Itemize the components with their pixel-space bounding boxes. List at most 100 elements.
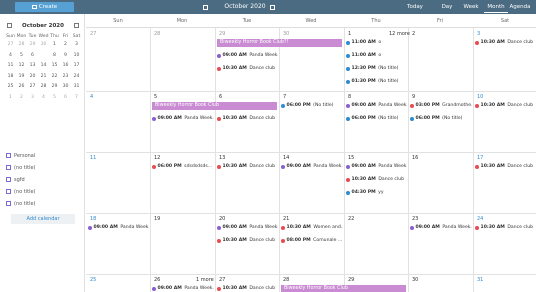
- calendar-item[interactable]: sgfd: [6, 175, 25, 184]
- calendar-event[interactable]: 11:00 AM o: [346, 39, 407, 46]
- multi-day-event[interactable]: Biweekly Horror Book Club: [281, 285, 406, 292]
- day-number[interactable]: 19: [154, 216, 160, 222]
- create-button[interactable]: Create: [15, 2, 74, 12]
- day-number[interactable]: 11: [90, 155, 96, 161]
- mini-day[interactable]: 12: [16, 61, 27, 72]
- tab-week[interactable]: Week: [461, 1, 481, 13]
- calendar-event[interactable]: 09:00 AMPanda Week...: [410, 224, 472, 231]
- calendar-event[interactable]: 10:30 AM Dance club: [475, 224, 535, 231]
- day-number[interactable]: 27: [90, 31, 96, 37]
- day-number[interactable]: 23: [412, 216, 418, 222]
- day-number[interactable]: 18: [90, 216, 96, 222]
- mini-day[interactable]: 27: [27, 82, 38, 93]
- mini-day[interactable]: 10: [71, 51, 82, 62]
- calendar-event[interactable]: 10:30 AM Dance club: [217, 237, 278, 244]
- multi-day-event[interactable]: Biweekly Horror Book Club: [152, 102, 277, 110]
- calendar-item[interactable]: (no title): [6, 163, 36, 172]
- mini-day[interactable]: 4: [38, 93, 49, 104]
- calendar-event[interactable]: 09:00 AMPanda Week...: [281, 163, 343, 170]
- day-number[interactable]: 8: [348, 94, 351, 100]
- day-number[interactable]: 9: [412, 94, 415, 100]
- day-number[interactable]: 10: [477, 94, 483, 100]
- calendar-event[interactable]: 09:00 AMPanda Week...: [346, 102, 407, 109]
- mini-day[interactable]: 9: [60, 51, 71, 62]
- calendar-event[interactable]: 09:00 AMPanda Week...: [346, 163, 407, 170]
- more-events-link[interactable]: 12 more: [389, 31, 410, 37]
- mini-day[interactable]: 8: [49, 51, 60, 62]
- mini-day[interactable]: 15: [49, 61, 60, 72]
- day-number[interactable]: 28: [283, 277, 289, 283]
- mini-day[interactable]: 6: [27, 51, 38, 62]
- day-number[interactable]: 30: [283, 31, 289, 37]
- mini-day[interactable]: 28: [38, 82, 49, 93]
- day-number[interactable]: 21: [283, 216, 289, 222]
- calendar-event[interactable]: 10:30 AM Women and...: [281, 224, 343, 231]
- calendar-event[interactable]: 10:30 AM Dance club: [475, 163, 535, 170]
- calendar-event[interactable]: 06:00 PM (No title): [281, 102, 343, 109]
- calendar-event[interactable]: 01:30 PM (No title): [346, 78, 407, 85]
- day-number[interactable]: 31: [477, 277, 483, 283]
- day-number[interactable]: 26: [154, 277, 160, 283]
- mini-next-icon[interactable]: [74, 23, 79, 28]
- mini-prev-icon[interactable]: [7, 23, 12, 28]
- mini-day[interactable]: 5: [16, 51, 27, 62]
- day-number[interactable]: 20: [219, 216, 225, 222]
- calendar-event[interactable]: 12:30 PM (No title): [346, 65, 407, 72]
- mini-day[interactable]: 20: [27, 72, 38, 83]
- day-number[interactable]: 16: [412, 155, 418, 161]
- calendar-event[interactable]: 10:30 AM Dance club: [217, 65, 278, 72]
- day-number[interactable]: 22: [348, 216, 354, 222]
- checkbox-icon[interactable]: [6, 177, 11, 182]
- calendar-event[interactable]: 06:00 PM (No title): [410, 115, 472, 122]
- calendar-event[interactable]: 10:30 AM Dance club: [217, 115, 278, 122]
- next-month-icon[interactable]: [270, 4, 275, 10]
- mini-day[interactable]: 29: [27, 40, 38, 51]
- mini-day[interactable]: 3: [71, 40, 82, 51]
- calendar-event[interactable]: 10:30 AM Dance club: [475, 39, 535, 46]
- tab-day[interactable]: Day: [437, 1, 457, 13]
- day-number[interactable]: 24: [477, 216, 483, 222]
- calendar-event[interactable]: 09:00 AMPanda Week...: [88, 224, 149, 231]
- calendar-event[interactable]: 03:00 PMGrandmothe...: [410, 102, 472, 109]
- mini-day[interactable]: 5: [49, 93, 60, 104]
- mini-day[interactable]: 29: [49, 82, 60, 93]
- calendar-event[interactable]: 06:00 PM (No title): [346, 115, 407, 122]
- mini-day[interactable]: 2: [16, 93, 27, 104]
- day-number[interactable]: 13: [219, 155, 225, 161]
- calendar-event[interactable]: 04:30 PM yy: [346, 189, 407, 196]
- mini-day[interactable]: 30: [38, 40, 49, 51]
- multi-day-event[interactable]: Biweekly Horror Book Club?!: [217, 39, 342, 47]
- day-number[interactable]: 12: [154, 155, 160, 161]
- day-number[interactable]: 6: [219, 94, 222, 100]
- mini-day[interactable]: 16: [60, 61, 71, 72]
- mini-day[interactable]: 7: [38, 51, 49, 62]
- calendar-event[interactable]: 11:00 AM o: [346, 52, 407, 59]
- checkbox-icon[interactable]: [6, 153, 11, 158]
- day-number[interactable]: 30: [412, 277, 418, 283]
- mini-day[interactable]: 18: [5, 72, 16, 83]
- calendar-event[interactable]: 06:00 PM sdsdsdsds...: [152, 163, 214, 170]
- day-number[interactable]: 7: [283, 94, 286, 100]
- mini-day[interactable]: 1: [49, 40, 60, 51]
- mini-day[interactable]: 13: [27, 61, 38, 72]
- day-number[interactable]: 15: [348, 155, 354, 161]
- calendar-event[interactable]: 09:00 AMPanda Week...: [217, 224, 278, 231]
- mini-day[interactable]: 22: [49, 72, 60, 83]
- mini-day[interactable]: 27: [5, 40, 16, 51]
- day-number[interactable]: 14: [283, 155, 289, 161]
- mini-day[interactable]: 31: [71, 82, 82, 93]
- mini-day[interactable]: 3: [27, 93, 38, 104]
- mini-day[interactable]: 11: [5, 61, 16, 72]
- day-number[interactable]: 17: [477, 155, 483, 161]
- checkbox-icon[interactable]: [6, 201, 11, 206]
- more-events-link[interactable]: 1 more: [196, 277, 214, 283]
- calendar-event[interactable]: 10:30 AM Dance club: [475, 102, 535, 109]
- day-number[interactable]: 4: [90, 94, 93, 100]
- day-number[interactable]: 28: [154, 31, 160, 37]
- today-button[interactable]: Today: [402, 1, 428, 13]
- day-number[interactable]: 3: [477, 31, 480, 37]
- mini-day[interactable]: 7: [71, 93, 82, 104]
- mini-day[interactable]: 30: [60, 82, 71, 93]
- mini-day[interactable]: 4: [5, 51, 16, 62]
- mini-day[interactable]: 26: [16, 82, 27, 93]
